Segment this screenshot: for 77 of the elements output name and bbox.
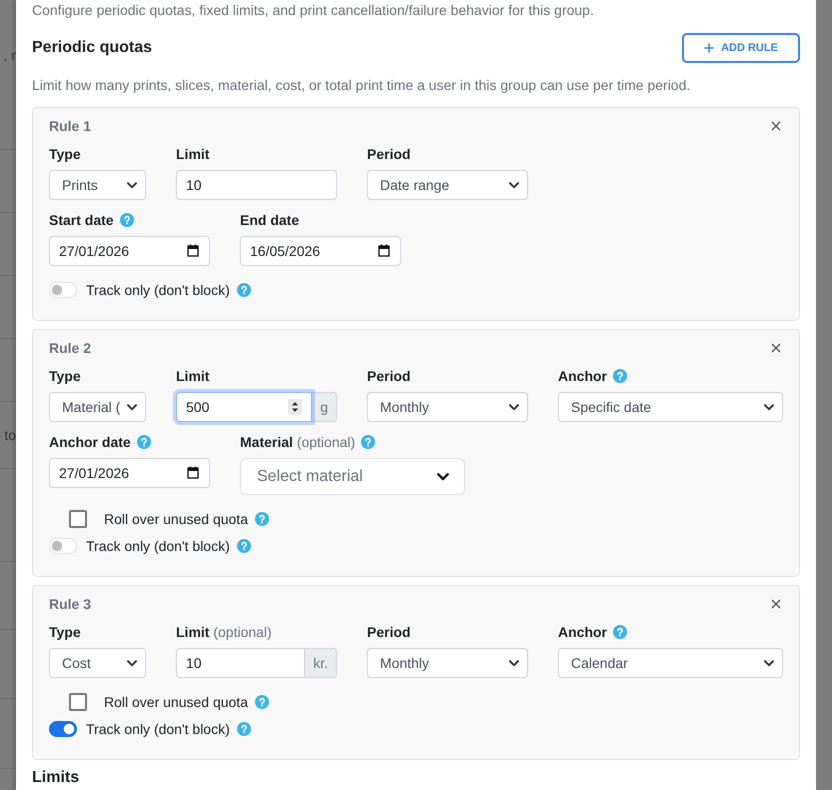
number-input[interactable]: 10	[176, 648, 306, 678]
close-icon[interactable]	[771, 343, 781, 353]
close-icon[interactable]	[771, 599, 781, 609]
section-description: Limit how many prints, slices, material, cost, or total print time a user in this group can use per time period.	[32, 76, 692, 95]
chevron-down-icon	[764, 404, 774, 411]
field-label: Anchor	[558, 623, 607, 642]
field-label: End date	[240, 211, 300, 230]
rule-title: Rule 1	[49, 117, 92, 136]
option-label: Track only (don't block)	[86, 720, 230, 739]
select-field[interactable]: Date range	[367, 170, 528, 200]
field-label: Period	[367, 145, 411, 164]
option-label: Roll over unused quota	[104, 693, 248, 712]
chevron-down-icon	[127, 660, 137, 667]
spinner-arrows-icon[interactable]	[288, 399, 302, 415]
help-icon[interactable]	[613, 625, 627, 639]
help-icon[interactable]	[255, 512, 269, 526]
calendar-icon[interactable]	[187, 244, 199, 257]
section-title: Periodic quotas	[32, 38, 152, 58]
select-field[interactable]: Specific date	[558, 392, 783, 422]
field-label: Type	[49, 367, 81, 386]
option-label: Roll over unused quota	[104, 510, 248, 529]
date-input[interactable]: 16/05/2026	[240, 236, 401, 266]
chevron-down-icon	[509, 404, 519, 411]
date-input[interactable]: 27/01/2026	[49, 236, 210, 266]
dropdown-field[interactable]: Select material	[240, 458, 465, 495]
select-field[interactable]: Calendar	[558, 648, 783, 678]
background-text: , r	[4, 46, 16, 65]
option-label: Track only (don't block)	[86, 281, 230, 300]
chevron-down-icon	[127, 404, 137, 411]
unit-label: g	[312, 392, 337, 422]
field-label: Start date	[49, 211, 114, 230]
chevron-down-icon	[127, 182, 137, 189]
select-field[interactable]: Cost	[49, 648, 146, 678]
field-label: Period	[367, 623, 411, 642]
close-icon[interactable]	[771, 121, 781, 131]
select-field[interactable]: Monthly	[367, 648, 528, 678]
help-icon[interactable]	[236, 283, 251, 297]
date-input[interactable]: 27/01/2026	[49, 458, 210, 488]
field-label: Limit (optional)	[176, 623, 272, 642]
field-label: Period	[367, 367, 411, 386]
field-label: Limit	[176, 367, 210, 386]
chevron-down-icon	[437, 473, 449, 481]
intro-text: Configure periodic quotas, fixed limits, and print cancellation/failure behavior for this group.	[32, 1, 595, 20]
toggle-switch[interactable]	[49, 721, 77, 737]
field-label: Type	[49, 145, 81, 164]
select-field[interactable]: Prints	[49, 170, 146, 200]
number-input[interactable]: 10	[176, 170, 337, 200]
checkbox[interactable]	[69, 510, 87, 528]
field-label: Anchor date	[49, 433, 131, 452]
chevron-down-icon	[509, 182, 519, 189]
field-label: Type	[49, 623, 81, 642]
help-icon[interactable]	[255, 695, 269, 709]
checkbox[interactable]	[69, 693, 87, 711]
help-icon[interactable]	[613, 369, 627, 383]
chevron-down-icon	[509, 660, 519, 667]
field-label: Anchor	[558, 367, 607, 386]
select-field[interactable]: Material (	[49, 392, 146, 422]
option-label: Track only (don't block)	[86, 537, 230, 556]
select-field[interactable]: Monthly	[367, 392, 528, 422]
rule-title: Rule 3	[49, 595, 92, 614]
add-rule-button[interactable]: ADD RULE	[682, 33, 800, 63]
field-label: Material (optional)	[240, 433, 356, 452]
help-icon[interactable]	[236, 539, 251, 553]
help-icon[interactable]	[236, 722, 251, 736]
unit-label: kr.	[305, 648, 337, 678]
help-icon[interactable]	[361, 435, 376, 449]
number-input[interactable]: 500	[176, 392, 312, 422]
rule-title: Rule 2	[49, 339, 92, 358]
calendar-icon[interactable]	[378, 244, 390, 257]
help-icon[interactable]	[136, 435, 151, 449]
calendar-icon[interactable]	[187, 466, 199, 479]
plus-icon	[704, 43, 714, 53]
section-title: Limits	[32, 768, 80, 788]
background-text: to	[4, 426, 16, 445]
field-label: Limit	[176, 145, 210, 164]
help-icon[interactable]	[120, 213, 134, 227]
chevron-down-icon	[764, 660, 774, 667]
